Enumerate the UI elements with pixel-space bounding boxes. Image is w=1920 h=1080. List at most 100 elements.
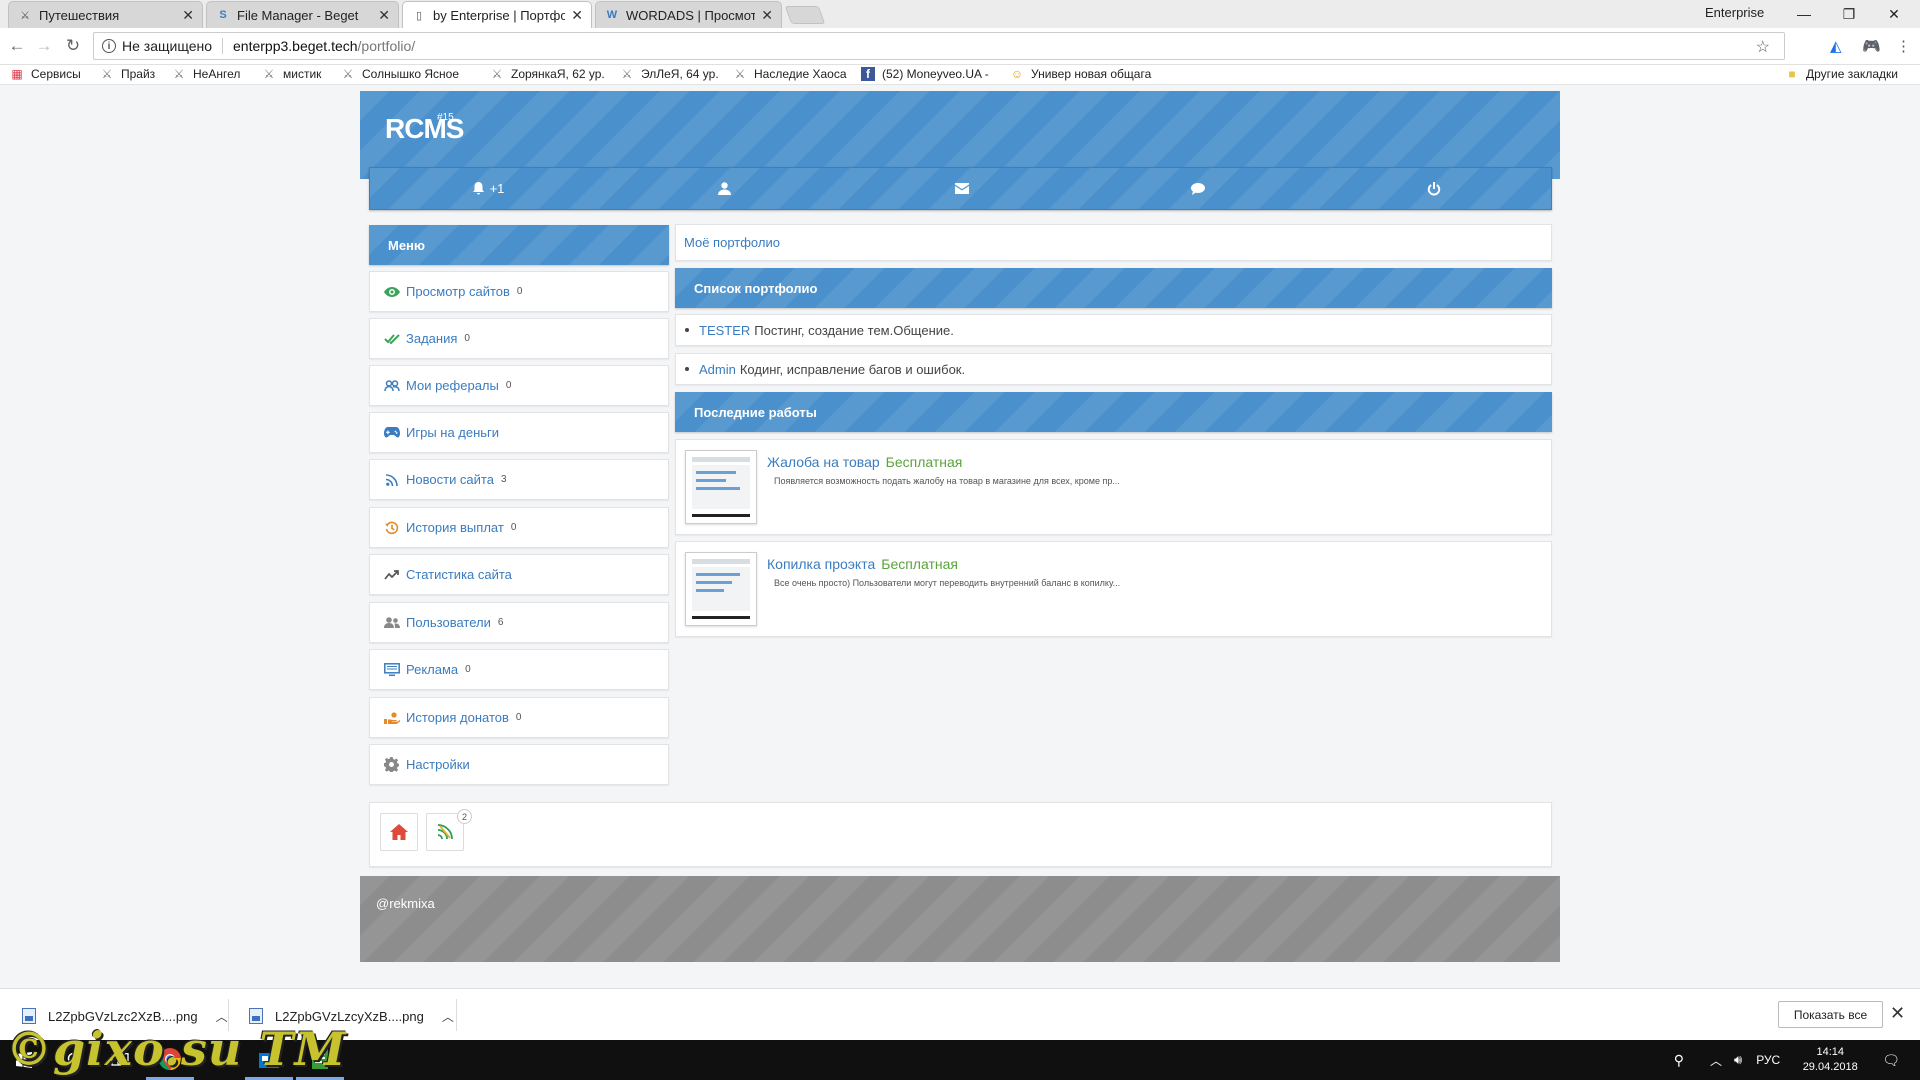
menu-item-games[interactable]: Игры на деньги — [369, 412, 669, 453]
bookmark-label: Другие закладки — [1806, 67, 1898, 81]
footer-credit[interactable]: @rekmixa — [376, 896, 435, 911]
bookmark-apps[interactable]: ▦ Сервисы — [10, 67, 80, 81]
bookmark[interactable]: ⚔ ZoрянкаЯ, 62 ур. — [490, 67, 605, 81]
breadcrumb[interactable]: Моё портфолио — [675, 224, 1552, 261]
portfolio-user-link[interactable]: TESTER — [699, 323, 750, 338]
close-icon[interactable]: ✕ — [182, 7, 194, 24]
work-thumbnail[interactable] — [685, 552, 757, 626]
portfolio-user-link[interactable]: Admin — [699, 362, 736, 377]
site-footer: @rekmixa — [360, 876, 1560, 962]
browser-tab[interactable]: W WORDADS | Просмотр с ✕ — [595, 1, 782, 28]
menu-item-stats[interactable]: Статистика сайта — [369, 554, 669, 595]
swords-icon: ⚔ — [491, 67, 503, 81]
bullet — [685, 328, 689, 332]
work-thumbnail[interactable] — [685, 450, 757, 524]
browser-tab-active[interactable]: ▯ by Enterprise | Портфолио ✕ — [402, 1, 592, 28]
reload-icon[interactable]: ↻ — [61, 34, 85, 58]
menu-item-users[interactable]: Пользователи 6 — [369, 602, 669, 643]
work-title[interactable]: Копилка проэкта Бесплатная — [767, 556, 958, 572]
other-bookmarks[interactable]: ■ Другие закладки — [1785, 67, 1898, 81]
bookmark[interactable]: ⚔ Солнышко Ясное — [341, 67, 476, 81]
tab-title: File Manager - Beget — [237, 7, 359, 23]
minimize-icon[interactable]: — — [1784, 2, 1824, 26]
menu-item-donations[interactable]: История донатов 0 — [369, 697, 669, 738]
menu-item-sites[interactable]: Просмотр сайтов 0 — [369, 271, 669, 312]
volume-icon[interactable]: 🔊︎ — [1734, 1052, 1742, 1068]
menu-item-count: 6 — [497, 617, 504, 628]
swords-icon: ⚔ — [734, 67, 746, 81]
apps-grid-icon: ▦ — [11, 67, 23, 81]
notifications-icon[interactable]: 🗨︎ — [1882, 1052, 1900, 1069]
menu-item-referrals[interactable]: Мои рефералы 0 — [369, 365, 669, 406]
work-card: Жалоба на товар Бесплатная Появляется воз… — [675, 439, 1552, 535]
clock[interactable]: 14:14 29.04.2018 — [1790, 1045, 1870, 1075]
portfolio-desc: Кодинг, исправление багов и ошибок. — [739, 361, 966, 377]
nav-chat[interactable] — [1080, 168, 1316, 209]
nav-logout[interactable] — [1316, 168, 1552, 209]
people-icon[interactable]: ⚲ — [1674, 1052, 1684, 1069]
url-host: enterpp3.beget.tech — [233, 38, 358, 54]
language-indicator[interactable]: РУС — [1756, 1053, 1780, 1067]
menu-item-label: Просмотр сайтов — [406, 284, 510, 299]
nav-notifications[interactable]: +1 — [370, 168, 606, 209]
window-close-icon[interactable]: ✕ — [1874, 2, 1914, 26]
menu-item-tasks[interactable]: Задания 0 — [369, 318, 669, 359]
clock-date: 29.04.2018 — [1802, 1061, 1858, 1073]
work-title-link[interactable]: Жалоба на товар — [767, 454, 880, 470]
gamepad-extension-icon[interactable]: 🎮 — [1862, 37, 1881, 55]
menu-item-ads[interactable]: Реклама 0 — [369, 649, 669, 690]
close-icon[interactable]: ✕ — [378, 7, 390, 24]
menu-item-news[interactable]: Новости сайта 3 — [369, 459, 669, 500]
page-icon: ▯ — [415, 9, 423, 22]
bookmark-star-icon[interactable]: ☆ — [1756, 37, 1770, 57]
close-icon[interactable]: ✕ — [571, 7, 583, 24]
forward-icon[interactable]: → — [32, 34, 56, 58]
profile-name[interactable]: Enterprise — [1705, 5, 1764, 20]
bookmark[interactable]: ☺ Универ новая общага — [1010, 67, 1152, 81]
back-icon[interactable]: ← — [5, 34, 29, 58]
browser-tab[interactable]: ⚔ Путешествия ✕ — [8, 1, 203, 28]
page-viewport: RCMS #15 +1 Меню Просмотр сайтов 0 Задан… — [0, 86, 1920, 988]
bookmark[interactable]: ⚔ ЭлЛеЯ, 64 ур. — [620, 67, 719, 81]
address-bar[interactable]: i Не защищено enterpp3.beget.tech/portfo… — [93, 32, 1785, 60]
bookmark[interactable]: ⚔ мистик — [262, 67, 322, 81]
work-title-link[interactable]: Копилка проэкта — [767, 556, 875, 572]
browser-tab[interactable]: S File Manager - Beget ✕ — [206, 1, 399, 28]
home-button[interactable] — [380, 813, 418, 851]
menu-item-label: Новости сайта — [406, 472, 494, 487]
menu-item-settings[interactable]: Настройки — [369, 744, 669, 785]
group-icon — [383, 616, 400, 630]
extension-icon[interactable]: ◭ — [1830, 37, 1842, 55]
menu-item-count: 0 — [464, 333, 470, 344]
tab-title: WORDADS | Просмотр с — [626, 7, 755, 23]
security-label[interactable]: Не защищено — [122, 38, 212, 54]
browser-tab-strip: ⚔ Путешествия ✕ S File Manager - Beget ✕… — [0, 0, 1920, 28]
site-version: #15 — [437, 112, 454, 123]
browser-toolbar: ← → ↻ i Не защищено enterpp3.beget.tech /… — [0, 28, 1920, 65]
bookmark[interactable]: ⚔ НеАнгел — [172, 67, 241, 81]
divider — [222, 38, 223, 54]
bookmark[interactable]: ⚔ Наследие Хаоса — [733, 67, 847, 81]
work-price: Бесплатная — [881, 556, 958, 572]
show-all-downloads-button[interactable]: Показать все — [1778, 1001, 1883, 1028]
chevron-up-icon[interactable]: ︿ — [442, 1008, 454, 1025]
bell-icon — [472, 181, 484, 194]
new-tab-button[interactable] — [784, 6, 826, 24]
swords-icon: ⚔ — [20, 9, 30, 22]
restore-icon[interactable]: ❐ — [1829, 2, 1869, 26]
bookmark[interactable]: f (52) Moneyveo.UA - — [861, 67, 989, 81]
tab-title: Путешествия — [39, 7, 120, 23]
menu-item-payouts[interactable]: История выплат 0 — [369, 507, 669, 548]
nav-mail[interactable] — [843, 168, 1080, 209]
nav-profile[interactable] — [606, 168, 843, 209]
info-icon[interactable]: i — [102, 39, 116, 53]
menu-item-count: 0 — [515, 712, 522, 723]
menu-item-count: 0 — [510, 522, 517, 533]
close-icon[interactable]: ✕ — [761, 7, 773, 24]
bookmark[interactable]: ⚔ Прайз — [100, 67, 156, 81]
work-title[interactable]: Жалоба на товар Бесплатная — [767, 454, 962, 470]
close-icon[interactable]: ✕ — [1890, 1003, 1905, 1024]
divider — [456, 999, 457, 1031]
menu-dots-icon[interactable]: ⋮ — [1896, 37, 1911, 55]
chevron-up-icon[interactable]: ︿ — [1710, 1052, 1722, 1069]
